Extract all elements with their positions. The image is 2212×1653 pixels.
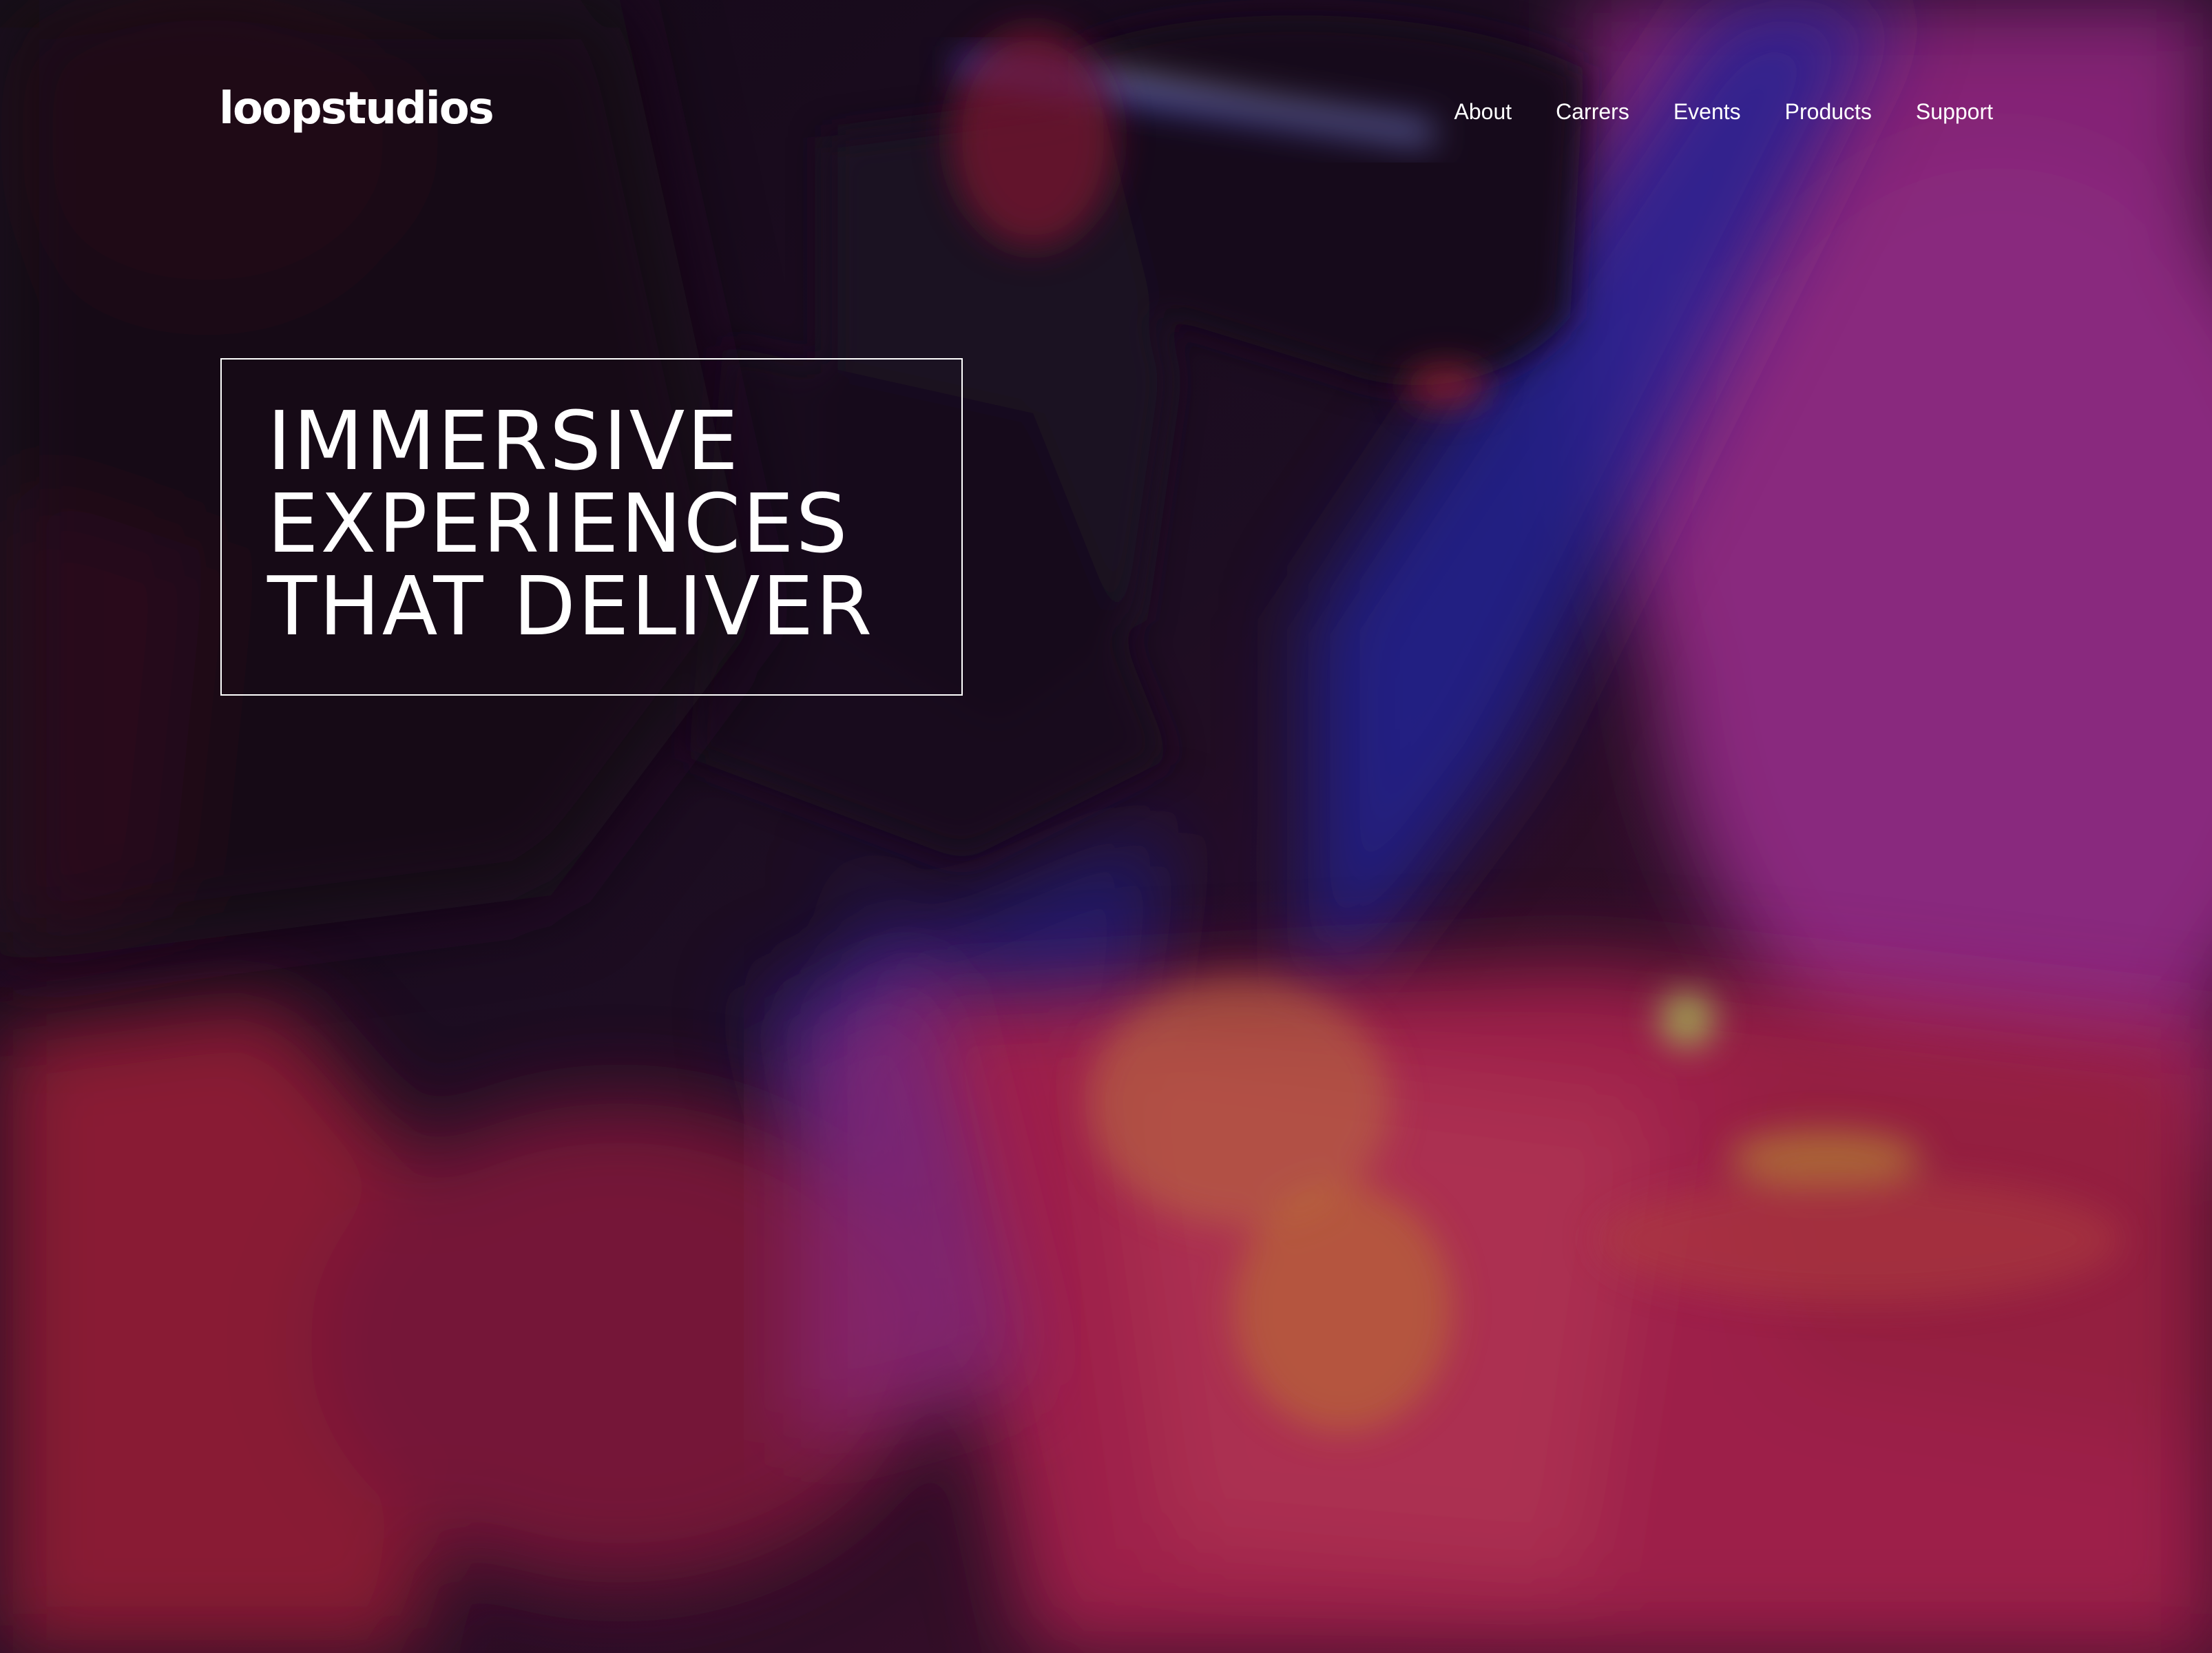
hero-headline-box: IMMERSIVE EXPERIENCES THAT DELIVER (220, 358, 963, 696)
nav-careers[interactable]: Carrers (1556, 98, 1629, 125)
main-nav: About Carrers Events Products Support (1454, 98, 1993, 125)
hero-background-photo (0, 0, 2212, 1653)
nav-about[interactable]: About (1454, 98, 1512, 125)
headline-line-3: THAT DELIVER (267, 559, 875, 654)
nav-support[interactable]: Support (1916, 98, 1993, 125)
hero-headline: IMMERSIVE EXPERIENCES THAT DELIVER (267, 399, 874, 647)
site-header: loopstudios About Carrers Events Product… (219, 81, 1993, 150)
headline-line-1: IMMERSIVE (267, 393, 740, 488)
nav-products[interactable]: Products (1785, 98, 1872, 125)
landing-page: loopstudios About Carrers Events Product… (0, 0, 2212, 1653)
nav-events[interactable]: Events (1673, 98, 1741, 125)
logo[interactable]: loopstudios (219, 81, 494, 136)
headline-line-2: EXPERIENCES (267, 476, 850, 571)
